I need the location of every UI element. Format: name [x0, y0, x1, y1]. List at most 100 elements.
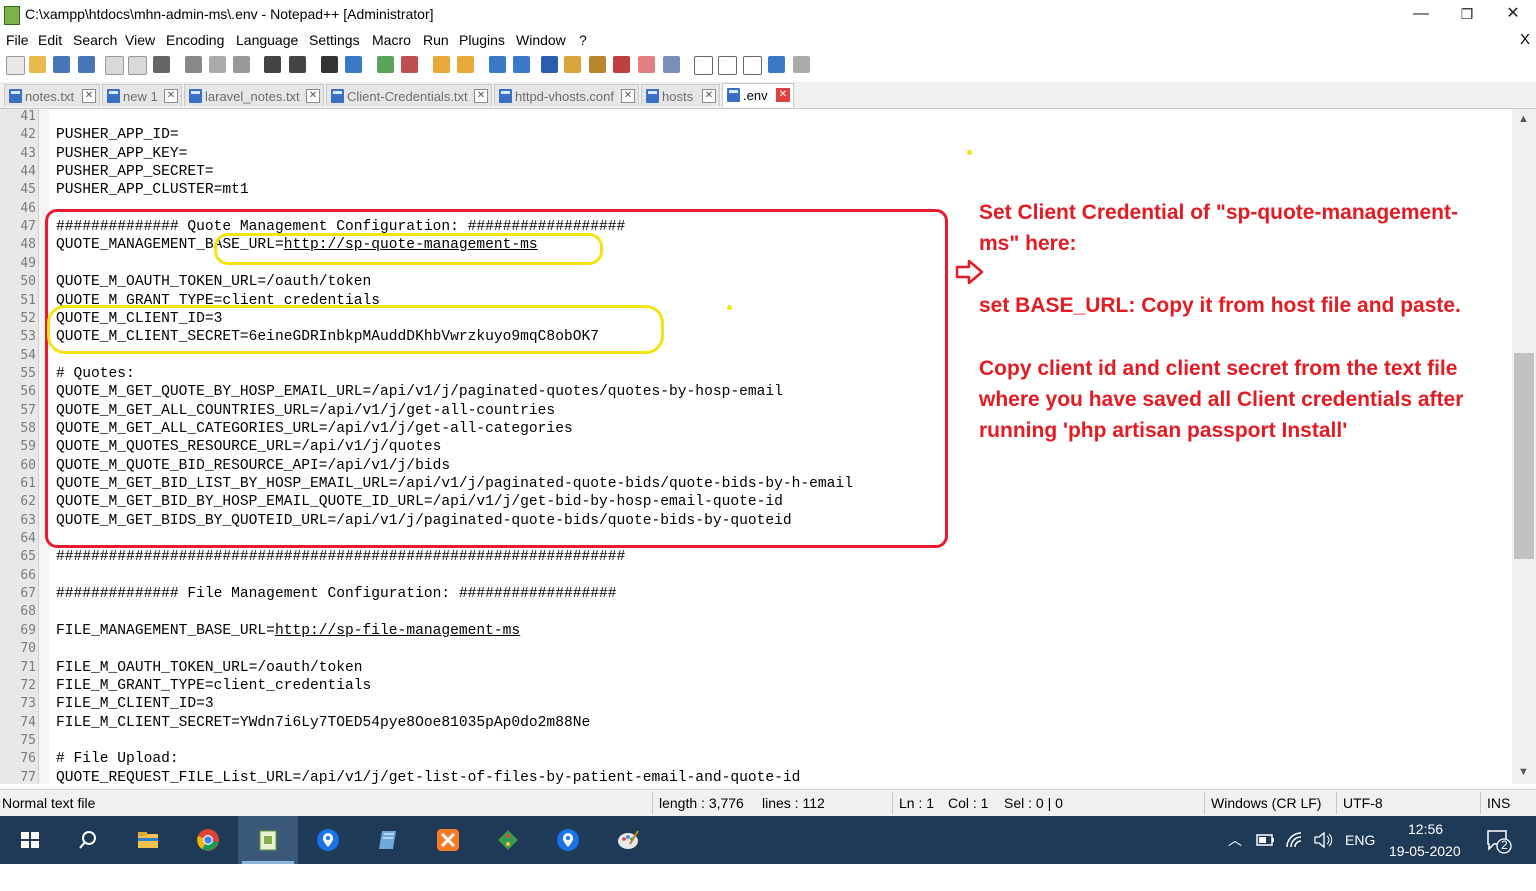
cut-icon[interactable] [185, 56, 202, 73]
status-column: Col : 1 [948, 795, 989, 811]
function-list-icon[interactable] [613, 56, 630, 73]
search-button[interactable] [58, 816, 118, 864]
new-file-icon[interactable] [6, 56, 25, 75]
taskbar-file-explorer[interactable] [118, 816, 178, 864]
code-line[interactable]: FILE_M_OAUTH_TOKEN_URL=/oauth/token [56, 659, 363, 677]
replace-icon[interactable] [345, 56, 362, 73]
vertical-scrollbar[interactable]: ▲ ▼ [1512, 109, 1536, 784]
monitoring-icon[interactable] [663, 56, 680, 73]
save-all-icon[interactable] [78, 56, 95, 73]
menu-help[interactable]: ? [579, 32, 587, 48]
scroll-up-icon[interactable]: ▲ [1518, 113, 1529, 125]
find-icon[interactable] [321, 56, 338, 73]
code-url-link[interactable]: http://sp-file-management-ms [275, 623, 520, 639]
menu-plugins[interactable]: Plugins [459, 32, 505, 48]
tab-client-credentials[interactable]: Client-Credentials.txt ✕ [326, 84, 492, 106]
sync-horizontal-icon[interactable] [457, 56, 474, 73]
code-line[interactable]: # File Upload: [56, 750, 179, 768]
line-number: 71 [20, 660, 36, 675]
code-line[interactable]: PUSHER_APP_CLUSTER=mt1 [56, 181, 249, 199]
scrollbar-thumb[interactable] [1514, 353, 1534, 559]
print-icon[interactable] [153, 56, 170, 73]
code-line[interactable]: FILE_M_CLIENT_SECRET=YWdn7i6Ly7TOED54pye… [56, 714, 590, 732]
close-document-button[interactable]: X [1520, 31, 1530, 48]
menu-edit[interactable]: Edit [38, 32, 62, 48]
menu-language[interactable]: Language [236, 32, 298, 48]
menu-settings[interactable]: Settings [309, 32, 360, 48]
document-map-icon[interactable] [589, 56, 606, 73]
close-tab-icon[interactable]: ✕ [702, 89, 716, 103]
close-tab-icon[interactable]: ✕ [621, 89, 635, 103]
minimize-button[interactable]: — [1398, 0, 1444, 30]
close-all-icon[interactable] [128, 56, 147, 75]
taskbar-git[interactable] [478, 816, 538, 864]
code-line[interactable]: PUSHER_APP_SECRET= [56, 163, 214, 181]
input-language[interactable]: ENG [1345, 832, 1375, 880]
save-icon[interactable] [53, 56, 70, 73]
wifi-icon[interactable] [1285, 831, 1305, 849]
zoom-in-icon[interactable] [377, 56, 394, 73]
start-button[interactable] [0, 816, 60, 864]
close-file-icon[interactable] [105, 56, 124, 75]
tab-notes-txt[interactable]: notes.txt ✕ [4, 84, 100, 106]
code-line[interactable]: ########################################… [56, 548, 625, 566]
menu-file[interactable]: File [6, 32, 29, 48]
save-macro-icon[interactable] [793, 56, 810, 73]
show-hidden-icons-icon[interactable]: ︿ [1228, 830, 1242, 878]
folder-as-workspace-icon[interactable] [638, 56, 655, 73]
copy-icon[interactable] [209, 56, 226, 73]
word-wrap-icon[interactable] [489, 56, 506, 73]
playback-macro-icon[interactable] [743, 56, 762, 75]
close-tab-icon[interactable]: ✕ [82, 89, 96, 103]
code-line[interactable]: PUSHER_APP_ID= [56, 126, 179, 144]
code-line[interactable]: ############## File Management Configura… [56, 585, 617, 603]
tab-hosts[interactable]: hosts ✕ [641, 84, 720, 106]
taskbar-maps[interactable] [298, 816, 358, 864]
code-line[interactable]: PUSHER_APP_KEY= [56, 145, 187, 163]
code-line[interactable]: QUOTE_REQUEST_FILE_List_URL=/api/v1/j/ge… [56, 769, 800, 784]
sync-vertical-icon[interactable] [433, 56, 450, 73]
taskbar-paint[interactable] [598, 816, 658, 864]
stop-recording-icon[interactable] [718, 56, 737, 75]
show-all-characters-icon[interactable] [513, 56, 530, 73]
close-tab-icon[interactable]: ✕ [474, 89, 488, 103]
user-defined-language-icon[interactable] [564, 56, 581, 73]
taskbar-xampp[interactable] [418, 816, 478, 864]
tab-httpd-vhosts[interactable]: httpd-vhosts.conf ✕ [494, 84, 639, 106]
menu-macro[interactable]: Macro [372, 32, 411, 48]
code-line[interactable]: FILE_M_CLIENT_ID=3 [56, 695, 214, 713]
line-number: 75 [20, 733, 36, 748]
paste-icon[interactable] [233, 56, 250, 73]
close-tab-icon[interactable]: ✕ [306, 89, 320, 103]
clock-date[interactable]: 19-05-2020 [1389, 843, 1461, 891]
menu-view[interactable]: View [125, 32, 155, 48]
code-line[interactable]: FILE_MANAGEMENT_BASE_URL=http://sp-file-… [56, 622, 520, 640]
tab-laravel-notes[interactable]: laravel_notes.txt ✕ [184, 84, 324, 106]
open-file-icon[interactable] [29, 56, 46, 73]
action-center-icon[interactable] [1486, 828, 1512, 854]
menu-encoding[interactable]: Encoding [166, 32, 224, 48]
taskbar-maps-2[interactable] [538, 816, 598, 864]
undo-icon[interactable] [264, 56, 281, 73]
taskbar-notepad[interactable] [358, 816, 418, 864]
close-button[interactable]: ✕ [1490, 0, 1536, 30]
taskbar-notepad-plus-plus[interactable] [238, 816, 298, 864]
code-line[interactable]: FILE_M_GRANT_TYPE=client_credentials [56, 677, 371, 695]
run-macro-multiple-icon[interactable] [768, 56, 785, 73]
tab-new-1[interactable]: new 1 ✕ [102, 84, 182, 106]
close-tab-icon[interactable]: ✕ [164, 89, 178, 103]
battery-icon[interactable] [1256, 832, 1276, 848]
close-tab-icon[interactable]: ✕ [776, 88, 790, 102]
menu-run[interactable]: Run [423, 32, 449, 48]
menu-search[interactable]: Search [73, 32, 117, 48]
redo-icon[interactable] [289, 56, 306, 73]
indent-guide-icon[interactable] [541, 56, 558, 73]
volume-icon[interactable] [1313, 831, 1333, 849]
scroll-down-icon[interactable]: ▼ [1518, 766, 1529, 778]
taskbar-chrome[interactable] [178, 816, 238, 864]
maximize-button[interactable]: ❐ [1444, 0, 1490, 30]
record-macro-icon[interactable] [694, 56, 713, 75]
zoom-out-icon[interactable] [401, 56, 418, 73]
menu-window[interactable]: Window [516, 32, 566, 48]
tab-env[interactable]: .env ✕ [722, 83, 794, 107]
